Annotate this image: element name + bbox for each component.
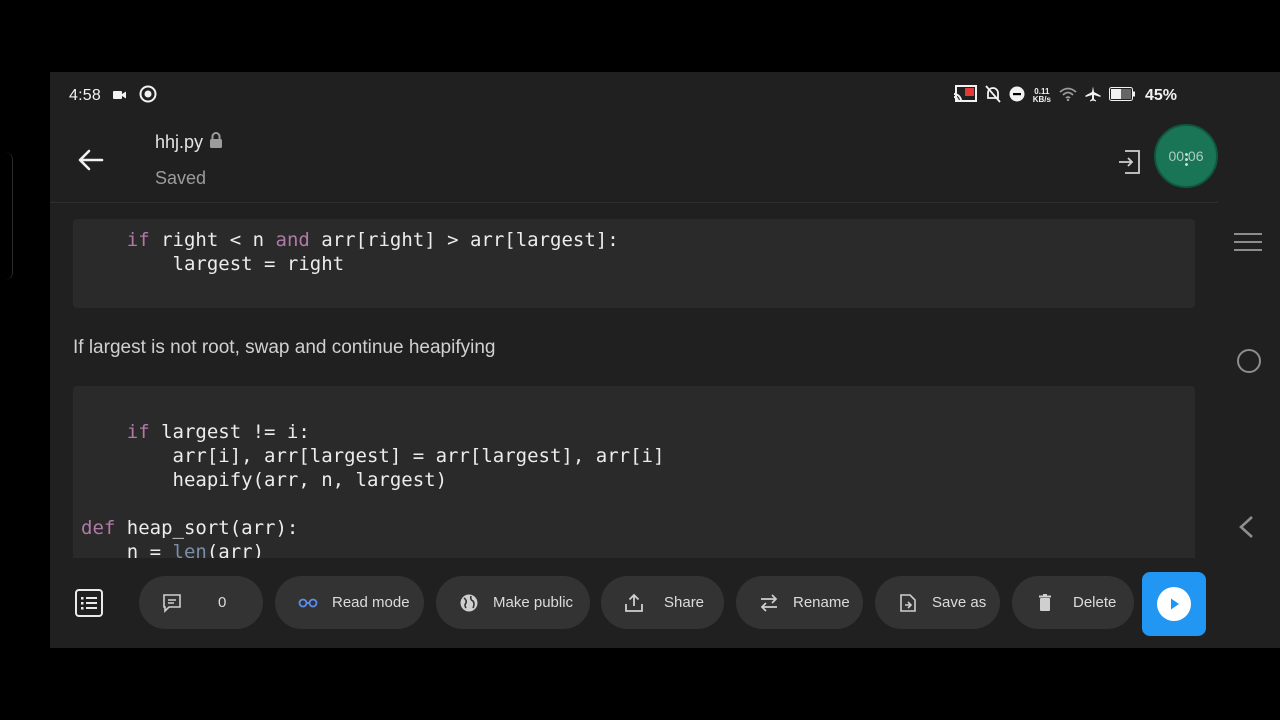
cast-icon	[953, 84, 977, 108]
code-line: def heap_sort(arr):	[81, 517, 299, 539]
whatsapp-icon	[139, 85, 157, 108]
run-button[interactable]	[1142, 572, 1206, 636]
file-name: hhj.py	[155, 132, 204, 152]
keyword-and: and	[275, 229, 310, 251]
builtin-len: len	[172, 541, 207, 558]
code-line: largest = right	[81, 253, 345, 275]
system-nav-bar	[1218, 120, 1280, 648]
bottom-toolbar: 0 Read mode Make public Share Rename Sav…	[50, 558, 1218, 648]
code-cell-2[interactable]: if largest != i: arr[i], arr[largest] = …	[73, 386, 1195, 558]
exit-icon	[1119, 150, 1140, 174]
wifi-icon	[1059, 87, 1077, 106]
network-speed-unit: KB/s	[1032, 95, 1051, 104]
list-icon	[75, 589, 103, 617]
read-mode-button[interactable]: Read mode	[275, 576, 424, 629]
trash-icon	[1039, 594, 1051, 611]
keyword-if: if	[126, 421, 150, 443]
network-speed: 0.11 KB/s	[1033, 88, 1051, 104]
do-not-disturb-icon	[1009, 86, 1025, 107]
share-icon	[625, 593, 643, 612]
lock-icon	[209, 132, 223, 153]
battery-percentage: 45%	[1144, 87, 1177, 104]
mute-bell-icon	[985, 84, 1001, 108]
chevron-left-icon	[1239, 516, 1253, 538]
globe-icon	[460, 594, 478, 612]
code-line: if largest != i:	[126, 421, 310, 443]
phone-screen: 4:58 0.11 KB/s 45% hhj.py Saved if right…	[50, 72, 1280, 648]
play-icon	[1157, 587, 1191, 621]
back-button[interactable]	[75, 144, 107, 176]
save-as-icon	[900, 594, 916, 612]
keyword-if: if	[126, 229, 150, 251]
code-cell-1[interactable]: if right < n and arr[right] > arr[larges…	[73, 219, 1195, 308]
device-edge	[0, 152, 13, 280]
more-dots-icon	[1185, 152, 1188, 166]
editor-header: hhj.py Saved	[50, 120, 1218, 203]
code-line: if right < n and arr[right] > arr[larges…	[126, 229, 619, 251]
share-label: Share	[664, 594, 705, 611]
save-as-button[interactable]: Save as	[875, 576, 1000, 629]
save-as-label: Save as	[932, 594, 987, 611]
glasses-icon	[298, 598, 318, 608]
code-line: heapify(arr, n, largest)	[81, 469, 448, 491]
video-camera-icon	[112, 87, 127, 105]
save-status: Saved	[155, 168, 207, 188]
delete-label: Delete	[1073, 594, 1117, 611]
rename-button[interactable]: Rename	[736, 576, 863, 629]
system-back-button[interactable]	[1236, 515, 1258, 544]
status-bar: 4:58 0.11 KB/s 45%	[50, 72, 1218, 120]
comment-icon	[163, 594, 181, 613]
code-line: n = len(arr)	[81, 540, 264, 558]
swap-arrows-icon	[760, 594, 778, 612]
keyword-def: def	[81, 517, 116, 539]
rename-label: Rename	[793, 594, 850, 611]
status-time: 4:58	[69, 87, 101, 104]
battery-icon	[1108, 86, 1135, 106]
comments-button[interactable]: 0	[139, 576, 263, 629]
markdown-text: If largest is not root, swap and continu…	[73, 337, 496, 358]
arrow-left-icon	[78, 149, 104, 171]
airplane-icon	[1085, 86, 1101, 107]
read-mode-label: Read mode	[332, 594, 410, 611]
make-public-button[interactable]: Make public	[436, 576, 590, 629]
outline-button[interactable]	[74, 588, 104, 618]
exit-button[interactable]	[1116, 148, 1144, 176]
code-line: arr[i], arr[largest] = arr[largest], arr…	[81, 445, 665, 467]
delete-button[interactable]: Delete	[1012, 576, 1134, 629]
file-title[interactable]: hhj.py	[155, 132, 223, 153]
comment-count: 0	[218, 594, 227, 611]
recording-timer[interactable]: 00:06	[1154, 124, 1218, 188]
make-public-label: Make public	[493, 594, 574, 611]
recent-apps-button[interactable]	[1234, 233, 1262, 257]
notebook-content[interactable]: if right < n and arr[right] > arr[larges…	[50, 203, 1218, 558]
home-button[interactable]	[1237, 349, 1261, 373]
share-button[interactable]: Share	[601, 576, 724, 629]
